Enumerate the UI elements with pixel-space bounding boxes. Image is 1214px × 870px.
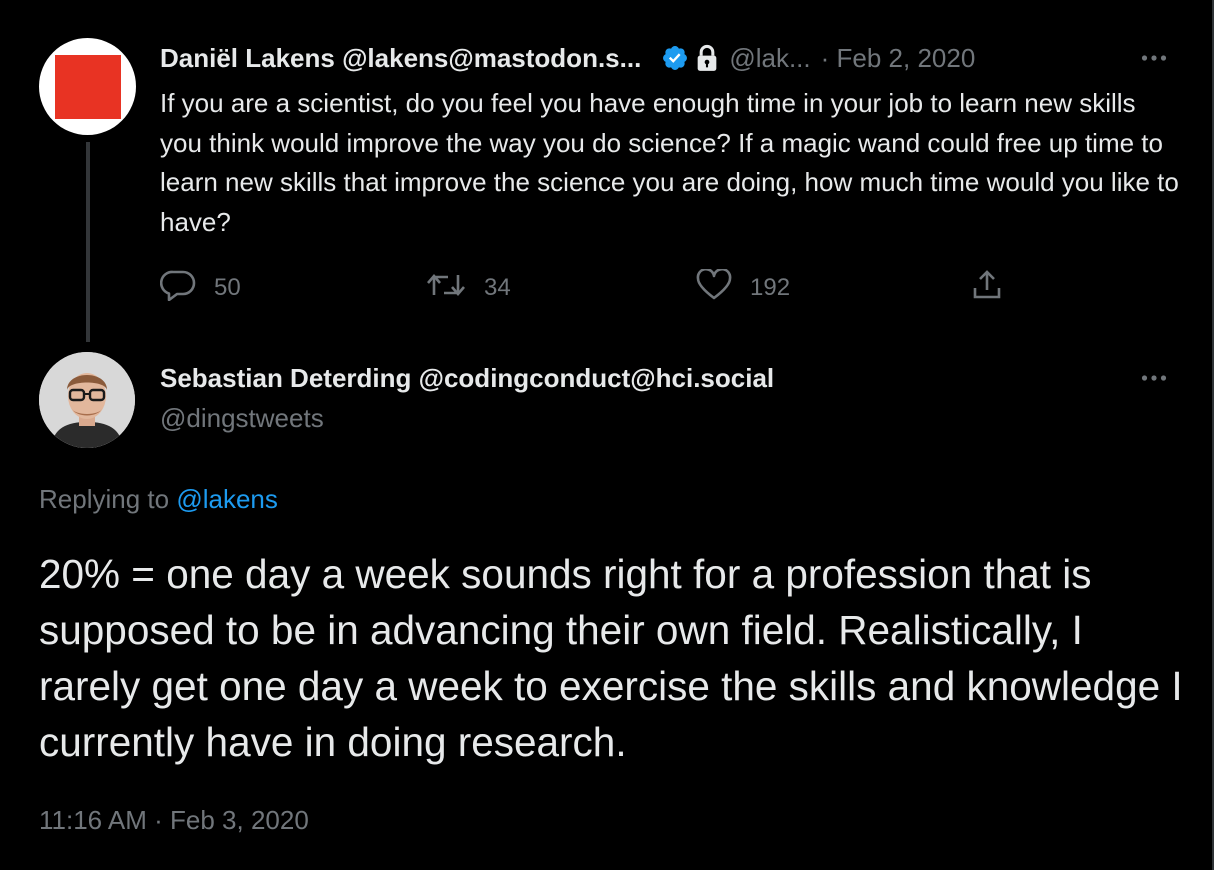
reply-author-handle[interactable]: @dingstweets	[160, 400, 324, 436]
reply-tweet-timestamp[interactable]: 11:16 AM · Feb 3, 2020	[39, 800, 309, 840]
retweet-button[interactable]: 34	[426, 268, 511, 308]
retweet-count: 34	[484, 274, 511, 301]
parent-author-name[interactable]: Daniël Lakens @lakens@mastodon.s...	[160, 43, 641, 74]
reply-count: 50	[214, 274, 241, 301]
heart-icon	[696, 267, 732, 308]
more-options-icon[interactable]	[1138, 364, 1170, 392]
reply-button[interactable]: 50	[159, 268, 241, 308]
reply-icon	[159, 269, 196, 308]
tweet-thread-view: Daniël Lakens @lakens@mastodon.s... @lak…	[0, 0, 1214, 870]
lock-icon	[695, 44, 719, 72]
reply-author-name[interactable]: Sebastian Deterding @codingconduct@hci.s…	[160, 360, 774, 396]
retweet-icon	[426, 269, 466, 308]
replying-to-label: Replying to	[39, 484, 177, 514]
avatar-red-square	[54, 54, 121, 119]
share-button[interactable]	[970, 268, 1004, 308]
parent-tweet-header: Daniël Lakens @lakens@mastodon.s... @lak…	[160, 40, 1180, 76]
replying-to-line: Replying to @lakens	[39, 480, 278, 518]
parent-tweet-date[interactable]: · Feb 2, 2020	[821, 43, 976, 74]
replying-to-mention-link[interactable]: @lakens	[176, 484, 278, 514]
like-button[interactable]: 192	[696, 267, 791, 308]
thread-connector-line	[86, 142, 90, 342]
like-count: 192	[750, 274, 791, 301]
avatar-deterding[interactable]	[39, 352, 135, 448]
avatar-lakens[interactable]	[39, 38, 136, 135]
parent-tweet-text: If you are a scientist, do you feel you …	[160, 88, 1179, 237]
parent-author-handle[interactable]: @lak...	[729, 43, 810, 74]
more-options-icon[interactable]	[1138, 44, 1170, 72]
reply-tweet-text: 20% = one day a week sounds right for a …	[39, 551, 1183, 765]
share-icon	[970, 268, 1004, 309]
parent-tweet-actions: 50 34 192	[159, 267, 1020, 308]
verified-badge-icon	[661, 44, 689, 72]
